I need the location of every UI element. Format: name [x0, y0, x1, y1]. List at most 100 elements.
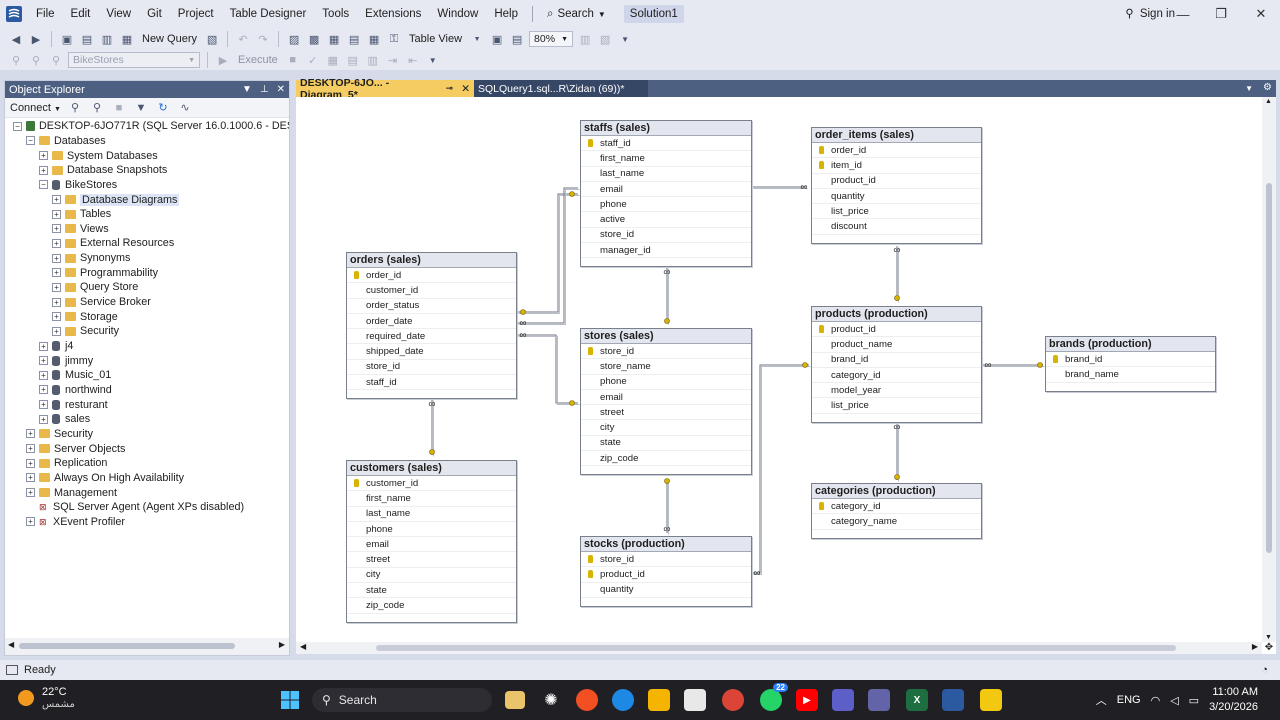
expand-icon[interactable]: + — [52, 238, 61, 248]
diagram-table-brands[interactable]: brands (production) brand_id brand_name — [1045, 336, 1216, 392]
table-title[interactable]: stores (sales) — [581, 329, 751, 344]
save-icon[interactable]: ▤ — [79, 31, 95, 47]
table-column[interactable]: store_name — [581, 359, 751, 375]
relationship-line[interactable] — [518, 336, 580, 405]
new-query-button[interactable]: New Query — [139, 33, 200, 45]
chrome-icon[interactable] — [722, 689, 744, 711]
taskbar-search[interactable]: ⚲ Search — [312, 688, 492, 712]
pin-icon[interactable]: ⊥ — [260, 84, 269, 95]
table-column[interactable]: street — [581, 405, 751, 421]
outdent-icon[interactable]: ⇤ — [405, 52, 421, 68]
diagram-table-orders[interactable]: orders (sales) order_id customer_id order_s… — [346, 252, 517, 400]
expand-icon[interactable]: + — [26, 458, 35, 468]
table-column[interactable]: staff_id — [347, 375, 516, 391]
table-column[interactable]: brand_id — [1046, 352, 1215, 368]
scroll-left-icon[interactable]: ◀ — [8, 640, 14, 649]
table-column[interactable]: email — [581, 390, 751, 406]
table-column[interactable]: order_date — [347, 314, 516, 330]
table-column[interactable]: model_year — [812, 383, 981, 399]
diagram-table-categories[interactable]: categories (production) category_id catego… — [811, 483, 982, 539]
clock[interactable]: 11:00 AM 3/20/2026 — [1209, 685, 1258, 715]
relationship-line[interactable] — [752, 364, 809, 574]
tree-node[interactable]: + resturant — [39, 397, 108, 412]
menu-view[interactable]: View — [98, 0, 139, 28]
expand-icon[interactable]: + — [26, 517, 35, 527]
tree-node[interactable]: + Replication — [26, 456, 107, 471]
table-column[interactable]: category_id — [812, 368, 981, 384]
close-tab-icon[interactable]: ✕ — [461, 83, 470, 95]
zoom-select[interactable]: 80% ▼ — [529, 31, 574, 47]
tree-node[interactable]: + Database Snapshots — [39, 163, 167, 178]
table-column[interactable]: store_id — [581, 228, 751, 244]
page-break-icon[interactable]: ▥ — [577, 31, 593, 47]
scrollbar-thumb[interactable] — [376, 645, 1176, 651]
menu-edit[interactable]: Edit — [63, 0, 99, 28]
tree-node[interactable]: + jimmy — [39, 353, 93, 368]
table-title[interactable]: customers (sales) — [347, 461, 516, 476]
menu-extensions[interactable]: Extensions — [357, 0, 429, 28]
plan-icon[interactable]: ▦ — [325, 52, 341, 68]
tree-node[interactable]: + Service Broker — [52, 295, 151, 310]
table-column[interactable]: list_price — [812, 204, 981, 220]
diagram-table-staffs[interactable]: staffs (sales) staff_id first_name last_nam… — [580, 120, 752, 268]
table-column[interactable]: order_id — [347, 268, 516, 284]
menu-table-designer[interactable]: Table Designer — [222, 0, 315, 28]
table-title[interactable]: staffs (sales) — [581, 121, 751, 136]
tree-node[interactable]: + sales — [39, 412, 90, 427]
expand-icon[interactable]: + — [39, 356, 48, 366]
table-column[interactable]: category_id — [812, 499, 981, 515]
layout-icon[interactable]: ▦ — [326, 31, 342, 47]
ssms-taskbar-icon[interactable] — [942, 689, 964, 711]
table-column[interactable]: quantity — [581, 583, 751, 598]
expand-icon[interactable]: + — [39, 414, 48, 424]
keys-icon[interactable]: ⚿ — [386, 31, 402, 47]
table-column[interactable]: customer_id — [347, 476, 516, 492]
excel-icon[interactable]: X — [906, 689, 928, 711]
toolbar-overflow-icon[interactable]: ▼ — [425, 52, 441, 68]
relationship-line[interactable] — [517, 193, 578, 313]
expand-icon[interactable]: + — [39, 341, 48, 351]
tree-node[interactable]: − BikeStores — [39, 178, 117, 193]
table-column[interactable]: quantity — [812, 189, 981, 205]
menu-git[interactable]: Git — [139, 0, 170, 28]
table-column[interactable]: brand_id — [812, 353, 981, 368]
table-column[interactable]: phone — [581, 197, 751, 213]
table-column[interactable]: order_id — [812, 143, 981, 159]
filter-icon[interactable]: ▼ — [133, 100, 149, 116]
stop-icon[interactable]: ■ — [111, 100, 127, 116]
table-column[interactable]: zip_code — [581, 451, 751, 467]
volume-icon[interactable]: ◁ — [1170, 694, 1178, 707]
diagram-canvas[interactable]: ∞ ∞ ∞ ∞ ∞ ∞ ∞ ∞ ∞ ∞ staffs (sales) staff_id first_n… — [296, 97, 1276, 654]
table-column[interactable]: email — [581, 182, 751, 198]
tab-diagram[interactable]: DESKTOP-6JO... - Diagram_5* ⊸ ✕ — [296, 77, 474, 101]
expand-icon[interactable]: + — [52, 282, 61, 292]
redo-icon[interactable]: ↷ — [255, 31, 271, 47]
chatgpt-icon[interactable]: ✺ — [540, 689, 562, 711]
diagram-table-order_items[interactable]: order_items (sales) order_id item_id produc… — [811, 127, 982, 244]
table-column[interactable]: customer_id — [347, 283, 516, 299]
table-column[interactable]: order_status — [347, 299, 516, 314]
expand-icon[interactable]: + — [52, 326, 61, 336]
solution-name[interactable]: Solution1 — [623, 5, 684, 23]
grid-icon[interactable]: ▦ — [366, 31, 382, 47]
table-column[interactable]: product_id — [581, 567, 751, 583]
scroll-right-icon[interactable]: ▶ — [1252, 642, 1258, 651]
table-column[interactable]: zip_code — [347, 598, 516, 614]
expand-icon[interactable]: + — [52, 312, 61, 322]
table-column[interactable]: last_name — [581, 167, 751, 182]
edge-icon[interactable] — [612, 689, 634, 711]
expand-icon[interactable]: + — [26, 429, 35, 439]
tab-query[interactable]: SQLQuery1.sql...R\Zidan (69))* — [474, 80, 648, 97]
tab-overflow-icon[interactable]: ▼ — [1239, 80, 1259, 97]
table-column[interactable]: brand_name — [1046, 367, 1215, 383]
weather-widget[interactable]: 22°C مشمس — [18, 686, 75, 710]
tree-node[interactable]: + Security — [26, 427, 93, 442]
relationship-line[interactable] — [518, 195, 580, 314]
tree-node[interactable]: + Programmability — [52, 266, 158, 281]
menu-file[interactable]: File — [28, 0, 63, 28]
table-column[interactable]: staff_id — [581, 136, 751, 152]
relationship-line[interactable] — [518, 189, 580, 325]
diagram-horizontal-scrollbar[interactable]: ◀ ▶ — [296, 642, 1262, 654]
open-file-icon[interactable]: ▣ — [59, 31, 75, 47]
tree-node[interactable]: + northwind — [39, 383, 112, 398]
